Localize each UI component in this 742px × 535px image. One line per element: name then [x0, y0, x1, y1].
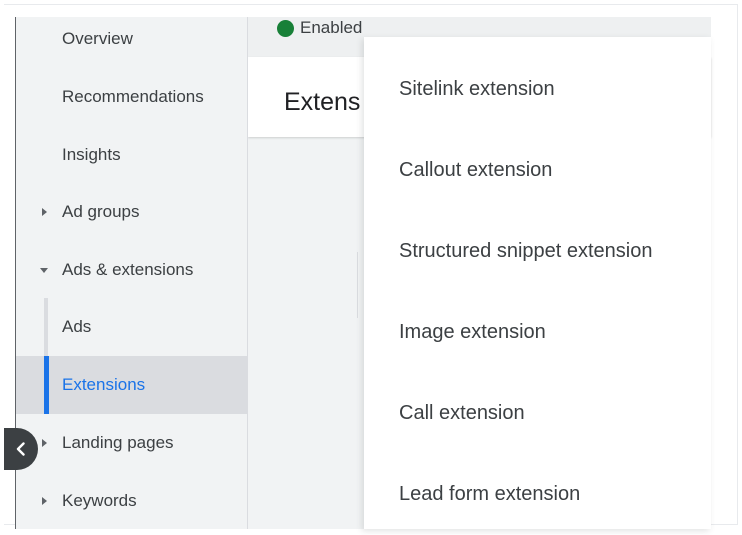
sidebar-item-ads-extensions[interactable]: Ads & extensions — [16, 241, 248, 299]
sidebar-item-ads[interactable]: Ads — [16, 298, 248, 356]
menu-item-image-extension[interactable]: Image extension — [364, 292, 711, 373]
chevron-left-icon — [16, 442, 25, 456]
status-dot-icon — [277, 20, 294, 37]
subnav-rail — [44, 298, 48, 356]
menu-item-call-extension[interactable]: Call extension — [364, 373, 711, 454]
sidebar-item-label: Ads & extensions — [62, 260, 194, 279]
menu-item-callout-extension[interactable]: Callout extension — [364, 130, 711, 211]
frame-border-right — [737, 4, 738, 525]
caret-down-icon — [40, 267, 48, 273]
sidebar-item-keywords[interactable]: Keywords — [16, 472, 248, 530]
background-divider — [357, 252, 358, 318]
sidebar-item-label: Landing pages — [62, 433, 174, 452]
caret-right-icon — [42, 208, 47, 216]
sidebar-nav: Overview Recommendations Insights Ad gro… — [15, 17, 248, 529]
sidebar-item-label: Insights — [62, 145, 121, 164]
sidebar-item-label: Ads — [62, 317, 92, 336]
sidebar-item-label: Extensions — [62, 375, 146, 394]
menu-item-structured-snippet-extension[interactable]: Structured snippet extension — [364, 211, 711, 292]
frame-border-top — [4, 4, 738, 5]
sidebar-item-label: Overview — [62, 29, 133, 48]
menu-item-sitelink-extension[interactable]: Sitelink extension — [364, 49, 711, 130]
extension-type-menu: Sitelink extension Callout extension Str… — [364, 37, 711, 529]
active-indicator — [44, 356, 49, 414]
sidebar-item-label: Ad groups — [62, 202, 140, 221]
campaign-status: Enabled — [300, 18, 363, 37]
sidebar-item-label: Recommendations — [62, 87, 204, 106]
sidebar-item-recommendations[interactable]: Recommendations — [16, 68, 248, 126]
sidebar-item-insights[interactable]: Insights — [16, 126, 248, 184]
caret-right-icon — [42, 439, 47, 447]
app-frame: Enabled Extens Overview Recommendations … — [0, 0, 742, 529]
sidebar-item-ad-groups[interactable]: Ad groups — [16, 183, 248, 241]
page-title: Extens — [284, 88, 361, 116]
sidebar-item-label: Keywords — [62, 491, 137, 510]
sidebar-item-landing-pages[interactable]: Landing pages — [16, 414, 248, 472]
sidebar-item-overview[interactable]: Overview — [16, 10, 248, 68]
sidebar-item-extensions[interactable]: Extensions — [16, 356, 248, 414]
menu-item-lead-form-extension[interactable]: Lead form extension — [364, 454, 711, 535]
caret-right-icon — [42, 497, 47, 505]
